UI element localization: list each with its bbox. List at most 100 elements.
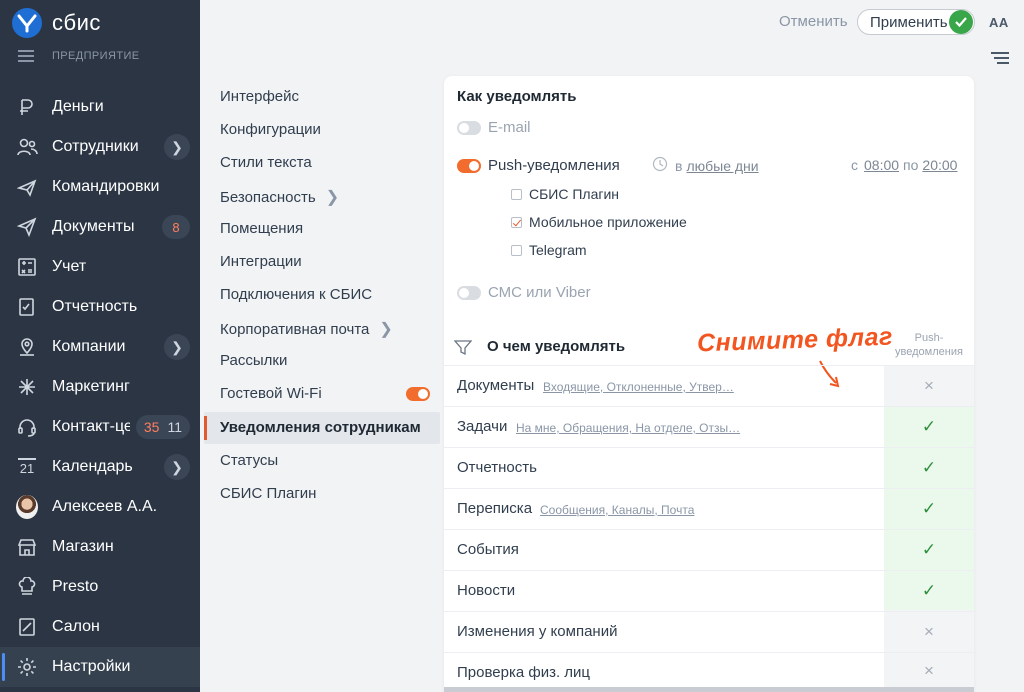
chevron-right-icon[interactable]: ❯ bbox=[164, 334, 190, 360]
telegram-checkbox[interactable] bbox=[511, 244, 522, 256]
days-prefix: в bbox=[675, 158, 683, 174]
settings-item-sbis-connections[interactable]: Подключения к СБИС bbox=[220, 286, 372, 303]
settings-item-employee-notifications[interactable]: Уведомления сотрудникам bbox=[220, 419, 421, 436]
table-row[interactable]: Документы Входящие, Отклоненные, Утвер… … bbox=[444, 365, 974, 406]
headset-icon bbox=[16, 416, 38, 438]
scroll-shadow bbox=[444, 687, 974, 692]
apply-button[interactable]: Применить bbox=[857, 9, 975, 35]
settings-item-premises[interactable]: Помещения bbox=[220, 220, 303, 237]
chevron-right-icon: ❯ bbox=[379, 321, 393, 338]
logo-text: сбис bbox=[52, 10, 101, 35]
nav-item-settings[interactable]: Настройки bbox=[0, 647, 200, 687]
days-selector[interactable]: в любые дни bbox=[652, 156, 759, 176]
font-size-button[interactable]: АА bbox=[989, 15, 1009, 30]
push-toggle-cell[interactable]: ✓ bbox=[884, 530, 974, 570]
nav-item-marketing[interactable]: Маркетинг bbox=[0, 367, 200, 407]
settings-item-sbis-plugin[interactable]: СБИС Плагин bbox=[220, 485, 316, 502]
push-toggle-cell[interactable]: × bbox=[884, 366, 974, 406]
settings-item-interface[interactable]: Интерфейс bbox=[220, 88, 299, 105]
org-label: ПРЕДПРИЯТИЕ bbox=[52, 50, 140, 62]
mobile-app-checkbox[interactable] bbox=[511, 216, 522, 228]
gear-icon bbox=[16, 656, 38, 678]
table-row[interactable]: События ✓ bbox=[444, 529, 974, 570]
time-to-link[interactable]: 20:00 bbox=[922, 157, 957, 173]
nav-label: Деньги bbox=[52, 98, 104, 115]
settings-item-statuses[interactable]: Статусы bbox=[220, 452, 278, 469]
companies-icon bbox=[16, 336, 38, 358]
table-row[interactable]: Отчетность ✓ bbox=[444, 447, 974, 488]
push-toggle-cell[interactable]: ✓ bbox=[884, 448, 974, 488]
row-details-link[interactable]: Сообщения, Каналы, Почта bbox=[540, 503, 694, 517]
nav-item-documents[interactable]: Документы 8 bbox=[0, 207, 200, 247]
employees-icon bbox=[16, 136, 38, 158]
email-toggle[interactable] bbox=[457, 120, 481, 135]
nav-label: Маркетинг bbox=[52, 378, 130, 395]
sbis-plugin-checkbox[interactable] bbox=[511, 188, 522, 200]
days-link[interactable]: любые дни bbox=[686, 158, 758, 174]
table-row[interactable]: Новости ✓ bbox=[444, 570, 974, 611]
nav-item-money[interactable]: Деньги bbox=[0, 87, 200, 127]
nav-item-store[interactable]: Магазин bbox=[0, 527, 200, 567]
paper-plane-icon bbox=[16, 216, 38, 238]
push-column-header: Push- уведомления bbox=[895, 332, 963, 358]
channel-mobile-app[interactable]: Мобильное приложение bbox=[511, 214, 687, 230]
filter-icon[interactable] bbox=[453, 340, 473, 361]
nav-label: Учет bbox=[52, 258, 87, 275]
nav-item-calendar[interactable]: 21 Календарь ❯ bbox=[0, 447, 200, 487]
channel-telegram[interactable]: Telegram bbox=[511, 242, 587, 258]
table-row[interactable]: Проверка физ. лиц × bbox=[444, 652, 974, 687]
org-switcher[interactable]: ПРЕДПРИЯТИЕ bbox=[18, 50, 140, 62]
channel-sbis-plugin[interactable]: СБИС Плагин bbox=[511, 186, 619, 202]
nav-item-contact-center[interactable]: Контакт-центр 35 11 bbox=[0, 407, 200, 447]
nav-label: Календарь bbox=[52, 458, 133, 475]
nav-label: Компании bbox=[52, 338, 126, 355]
nav-item-trips[interactable]: Командировки bbox=[0, 167, 200, 207]
push-option[interactable]: Push-уведомления bbox=[457, 157, 620, 174]
nav-item-salon[interactable]: Салон bbox=[0, 607, 200, 647]
time-from-link[interactable]: 08:00 bbox=[864, 157, 899, 173]
marketing-icon bbox=[16, 376, 38, 398]
push-toggle-cell[interactable]: ✓ bbox=[884, 571, 974, 611]
money-icon bbox=[16, 96, 38, 118]
push-toggle-cell[interactable]: × bbox=[884, 612, 974, 652]
table-row[interactable]: Переписка Сообщения, Каналы, Почта ✓ bbox=[444, 488, 974, 529]
nav-item-companies[interactable]: Компании ❯ bbox=[0, 327, 200, 367]
settings-item-mailings[interactable]: Рассылки bbox=[220, 352, 287, 369]
email-option[interactable]: E-mail bbox=[457, 119, 531, 136]
row-details-link[interactable]: На мне, Обращения, На отделе, Отзы… bbox=[516, 421, 740, 435]
push-toggle[interactable] bbox=[457, 158, 481, 173]
settings-item-configurations[interactable]: Конфигурации bbox=[220, 121, 321, 138]
calendar-icon: 21 bbox=[16, 456, 38, 478]
settings-item-corporate-mail[interactable]: Корпоративная почта ❯ bbox=[220, 319, 393, 339]
settings-item-security[interactable]: Безопасность ❯ bbox=[220, 187, 339, 207]
settings-item-integrations[interactable]: Интеграции bbox=[220, 253, 302, 270]
nav-item-employees[interactable]: Сотрудники ❯ bbox=[0, 127, 200, 167]
guest-wifi-toggle[interactable] bbox=[406, 386, 430, 401]
push-toggle-cell[interactable]: ✓ bbox=[884, 489, 974, 529]
nav-item-reporting[interactable]: Отчетность bbox=[0, 287, 200, 327]
nav-item-profile[interactable]: Алексеев А.А. bbox=[0, 487, 200, 527]
sbis-logo[interactable]: сбис bbox=[12, 8, 101, 38]
sms-label: СМС или Viber bbox=[488, 284, 591, 301]
table-row[interactable]: Изменения у компаний × bbox=[444, 611, 974, 652]
table-row[interactable]: Задачи На мне, Обращения, На отделе, Отз… bbox=[444, 406, 974, 447]
row-details-link[interactable]: Входящие, Отклоненные, Утвер… bbox=[543, 380, 734, 394]
nav-label: Магазин bbox=[52, 538, 114, 555]
nav-label: Presto bbox=[52, 578, 99, 595]
sms-toggle[interactable] bbox=[457, 285, 481, 300]
chevron-right-icon[interactable]: ❯ bbox=[164, 454, 190, 480]
salon-icon bbox=[16, 616, 38, 638]
settings-item-guest-wifi[interactable]: Гостевой Wi-Fi bbox=[220, 385, 430, 402]
cancel-button[interactable]: Отменить bbox=[779, 13, 848, 30]
nav-item-accounting[interactable]: Учет bbox=[0, 247, 200, 287]
nav-item-presto[interactable]: Presto bbox=[0, 567, 200, 607]
list-settings-icon[interactable] bbox=[990, 51, 1010, 72]
push-toggle-cell[interactable]: × bbox=[884, 653, 974, 688]
main-sidebar: сбис ПРЕДПРИЯТИЕ Деньги Сотрудники ❯ Ком… bbox=[0, 0, 200, 692]
nav-label: Отчетность bbox=[52, 298, 138, 315]
settings-item-text-styles[interactable]: Стили текста bbox=[220, 154, 312, 171]
sms-option[interactable]: СМС или Viber bbox=[457, 284, 591, 301]
push-toggle-cell[interactable]: ✓ bbox=[884, 407, 974, 447]
menu-icon[interactable] bbox=[18, 50, 34, 62]
chevron-right-icon[interactable]: ❯ bbox=[164, 134, 190, 160]
